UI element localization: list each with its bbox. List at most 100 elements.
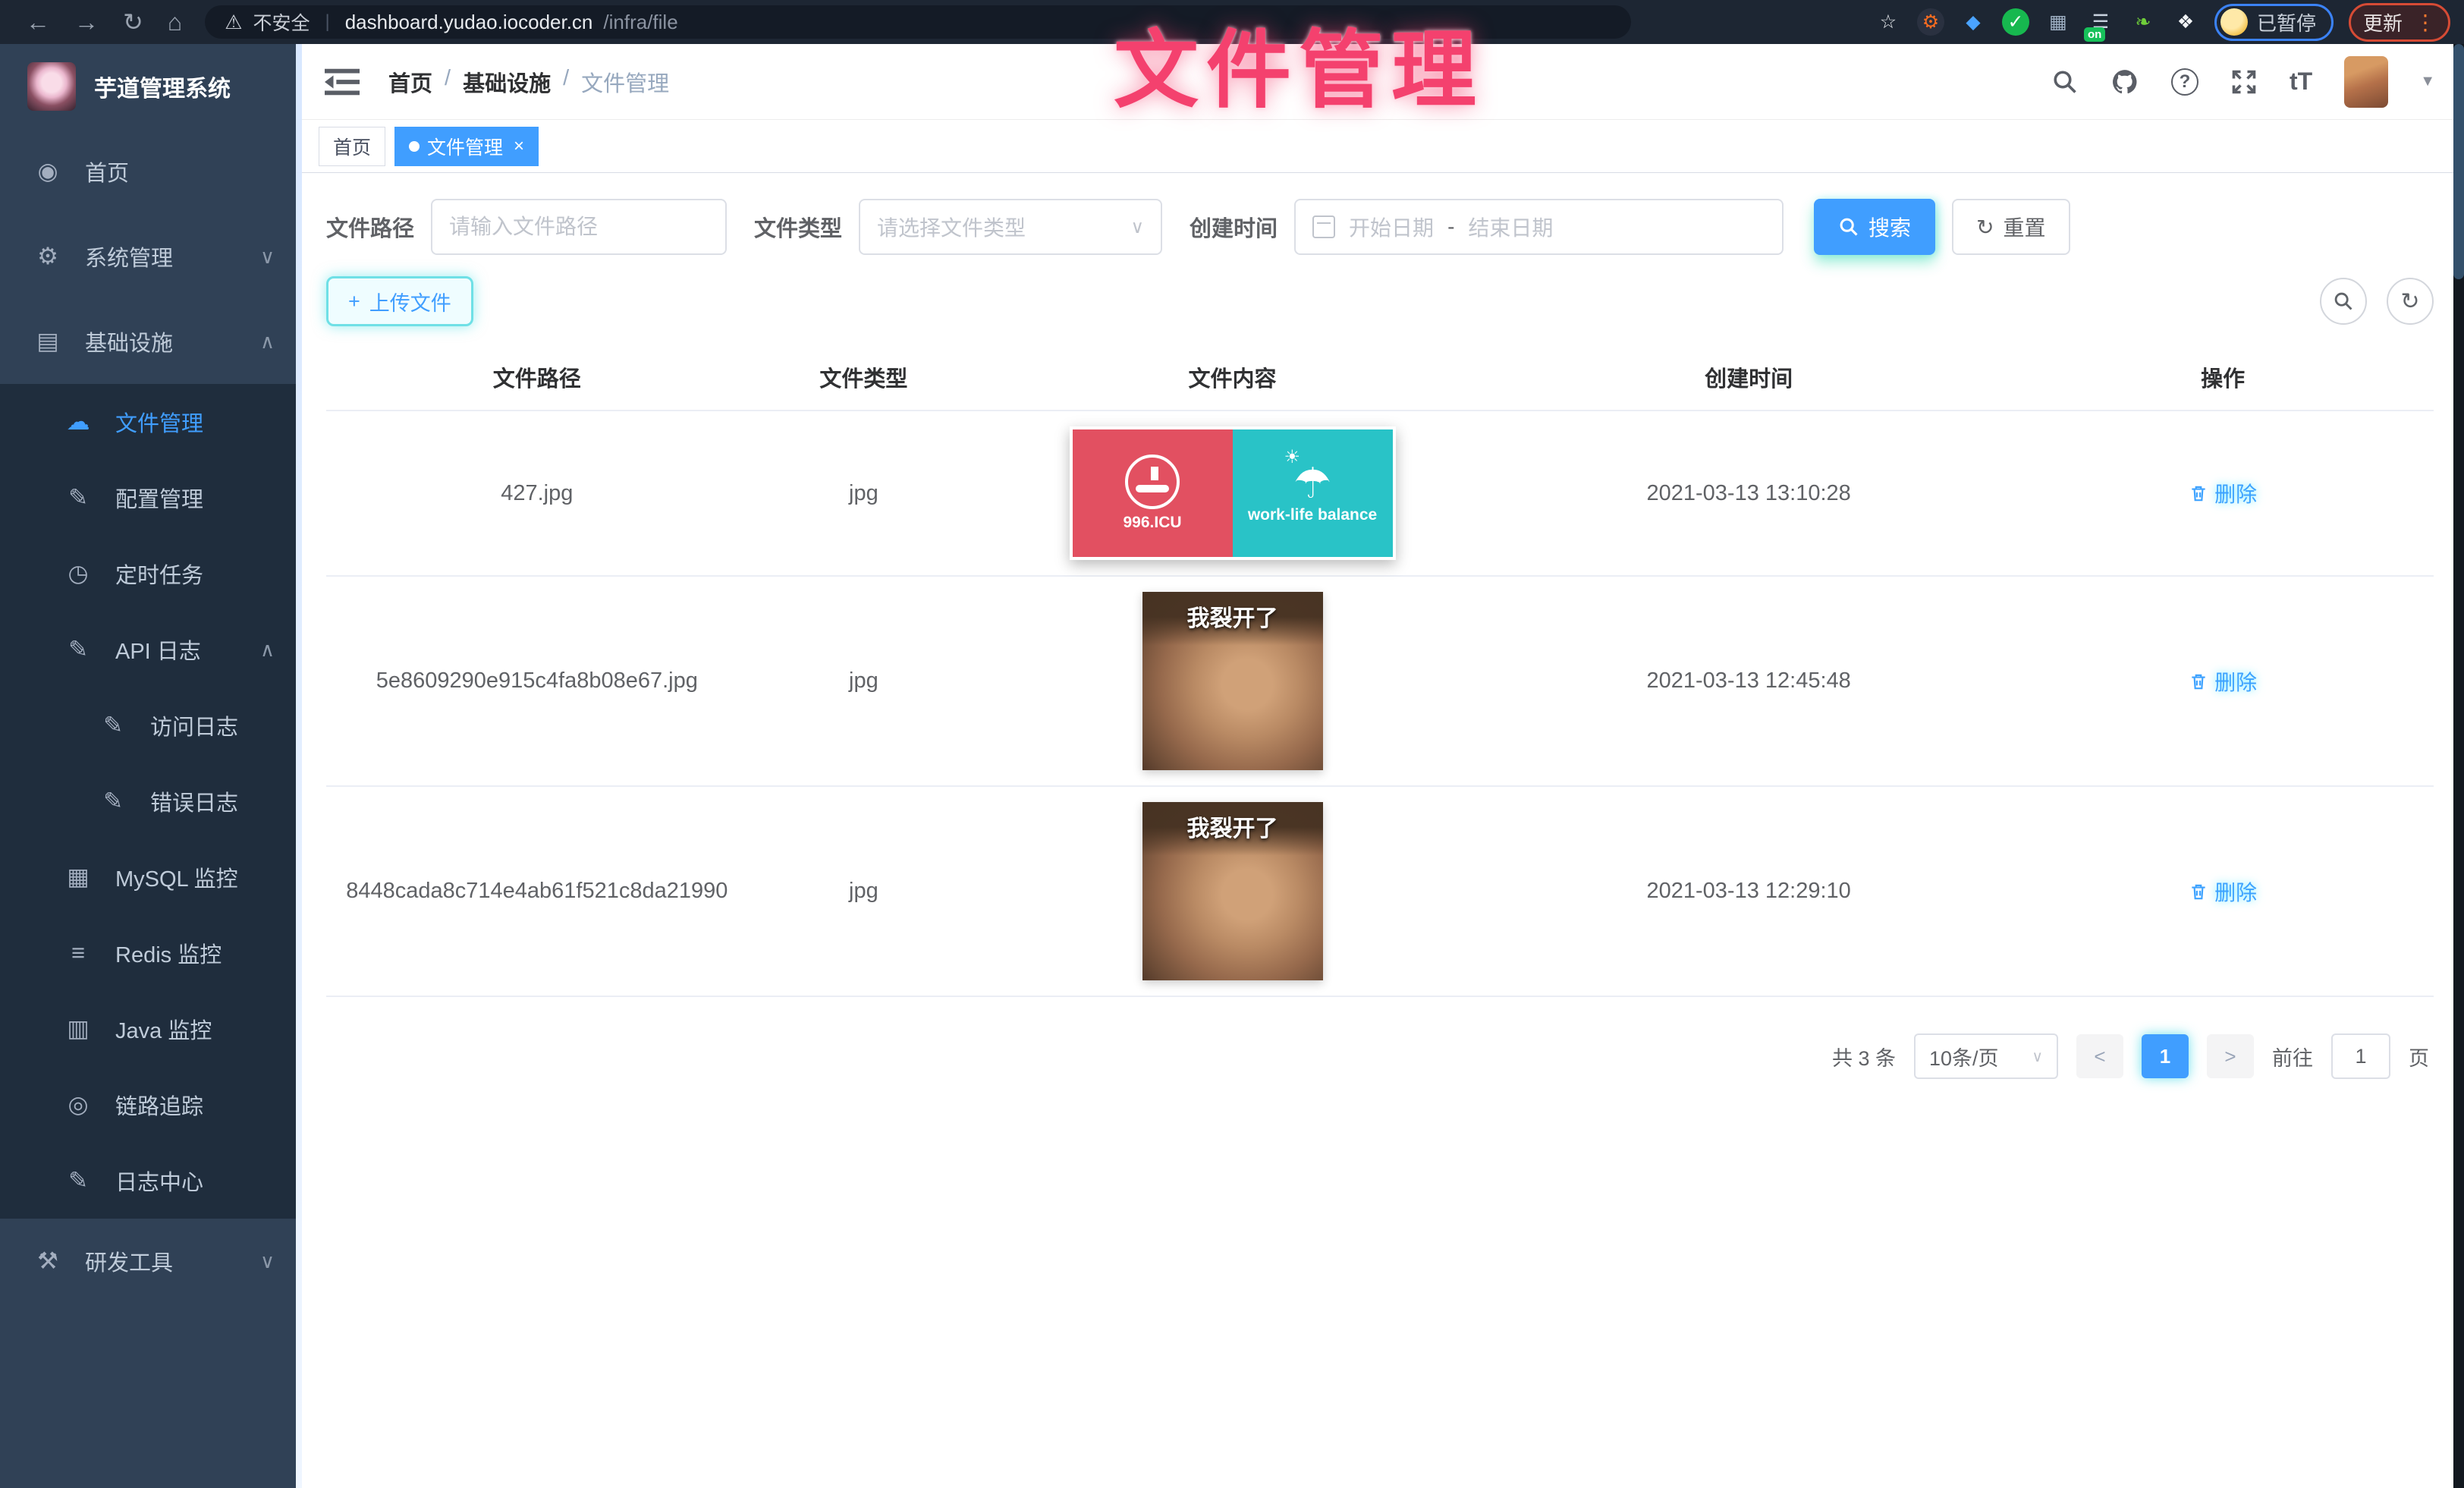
tags-view-bar: 首页 文件管理 × [296,120,2464,173]
cell-content: 我裂开了 [979,802,1485,980]
extension-list-icon[interactable]: ☰ on [2087,8,2114,36]
delete-button[interactable]: 删除 [2189,478,2257,508]
meme-caption: 我裂开了 [1142,810,1323,843]
file-path-input-wrap [431,199,727,255]
database-grid-icon: ▦ [62,864,94,891]
sun-icon: ☀ [1284,446,1301,468]
page-1-button[interactable]: 1 [2142,1034,2189,1078]
banner-left-text: 996.ICU [1124,514,1182,532]
close-icon[interactable]: × [514,136,524,157]
text-size-icon[interactable]: tT [2290,68,2312,96]
extension-grid-icon[interactable]: ▦ [2044,8,2072,36]
tab-file-management[interactable]: 文件管理 × [394,127,539,166]
browser-menu-dots-icon[interactable]: ⋮ [2415,10,2436,35]
goto-label: 前往 [2272,1042,2313,1071]
sidebar-submenu-infra: ☁ 文件管理 ✎ 配置管理 ◷ 定时任务 ✎ API 日志 ∧ ✎ 访问日志 ✎ [0,384,296,1219]
next-page-button[interactable]: > [2207,1034,2254,1078]
breadcrumb-infra[interactable]: 基础设施 [463,66,551,98]
page-size-select[interactable]: 10条/页 ∨ [1914,1033,2058,1079]
browser-reload-icon[interactable]: ↻ [123,8,143,36]
cell-time: 2021-03-13 12:45:48 [1485,668,2013,694]
sidebar-item-label: 链路追踪 [115,1089,203,1121]
cloud-upload-icon: ☁ [62,408,94,436]
column-header-time: 创建时间 [1485,361,2013,393]
plus-icon: + [348,290,360,313]
help-icon[interactable]: ? [2171,68,2198,96]
extension-leaf-icon[interactable]: ❧ [2129,8,2157,36]
sidebar-item-tracing[interactable]: ◎ 链路追踪 [0,1067,296,1143]
avatar-caret-down-icon[interactable]: ▼ [2420,73,2435,90]
sidebar-item-api-log[interactable]: ✎ API 日志 ∧ [0,612,296,687]
chevron-down-icon: ∨ [1130,216,1144,238]
start-date-placeholder: 开始日期 [1349,212,1434,242]
date-range-picker[interactable]: 开始日期 - 结束日期 [1294,199,1784,255]
breadcrumb-home[interactable]: 首页 [388,66,432,98]
cell-path: 8448cada8c714e4ab61f521c8da21990 [326,879,748,904]
delete-label: 删除 [2214,666,2257,697]
extension-check-icon[interactable]: ✓ [2002,8,2029,36]
sidebar-item-label: 首页 [85,156,129,187]
chevron-down-icon: ∨ [260,1250,275,1273]
eye-icon: ◎ [62,1091,94,1118]
extension-gear-icon[interactable]: ⚙ [1917,8,1944,36]
log-icon: ✎ [62,1167,94,1194]
browser-forward-icon[interactable]: → [74,8,99,36]
sidebar-item-access-log[interactable]: ✎ 访问日志 [0,687,296,763]
reset-button[interactable]: ↻ 重置 [1952,199,2070,255]
sidebar-item-mysql-monitor[interactable]: ▦ MySQL 监控 [0,839,296,915]
sidebar-item-redis-monitor[interactable]: ≡ Redis 监控 [0,915,296,991]
sidebar-item-infra[interactable]: ▤ 基础设施 ∧ [0,299,296,384]
sidebar-item-java-monitor[interactable]: ▥ Java 监控 [0,991,296,1067]
sidebar-item-home[interactable]: ◉ 首页 [0,129,296,214]
browser-home-icon[interactable]: ⌂ [168,8,182,36]
delete-button[interactable]: 删除 [2189,666,2257,697]
search-button[interactable]: 搜索 [1814,199,1935,255]
tab-home[interactable]: 首页 [319,127,385,166]
cell-type: jpg [748,668,980,694]
log-icon: ✎ [97,712,129,739]
sidebar-item-log-center[interactable]: ✎ 日志中心 [0,1143,296,1219]
collapse-sidebar-icon[interactable] [325,67,360,97]
browser-update-control[interactable]: 更新 ⋮ [2349,3,2450,42]
bookmark-star-icon[interactable]: ☆ [1875,8,1902,36]
scrollbar-thumb[interactable] [2453,44,2464,279]
sidebar-item-scheduled-jobs[interactable]: ◷ 定时任务 [0,536,296,612]
extension-puzzle-icon[interactable]: ❖ [2172,8,2199,36]
fullscreen-icon[interactable] [2230,68,2258,96]
browser-back-icon[interactable]: ← [26,8,50,36]
extension-pin-icon[interactable]: ◆ [1960,8,1987,36]
log-icon: ✎ [97,788,129,815]
browser-scrollbar[interactable] [2453,44,2464,1488]
user-avatar[interactable] [2344,56,2388,108]
app-logo [27,62,76,111]
address-bar[interactable]: ⚠ 不安全 | dashboard.yudao.iocoder.cn/infra… [205,5,1631,39]
sidebar-item-config[interactable]: ✎ 配置管理 [0,460,296,536]
goto-page-input[interactable] [2331,1033,2390,1079]
update-button[interactable]: 更新 [2363,8,2403,36]
profile-paused-pill[interactable]: 已暂停 [2214,4,2334,41]
sidebar-item-error-log[interactable]: ✎ 错误日志 [0,763,296,839]
cell-content: 我裂开了 [979,592,1485,770]
sidebar-item-label: 文件管理 [115,406,203,438]
column-header-type: 文件类型 [748,361,980,393]
sidebar-item-system[interactable]: ⚙ 系统管理 ∨ [0,214,296,299]
refresh-table-button[interactable]: ↻ [2387,278,2434,325]
header-search-icon[interactable] [2051,68,2079,96]
delete-button[interactable]: 删除 [2189,876,2257,907]
chevron-down-icon: ∨ [2032,1047,2043,1066]
file-type-select[interactable]: 请选择文件类型 ∨ [859,199,1162,255]
sidebar-item-dev-tools[interactable]: ⚒ 研发工具 ∨ [0,1219,296,1304]
github-icon[interactable] [2110,68,2139,96]
calendar-icon [1312,215,1335,238]
prev-page-button[interactable]: < [2076,1034,2123,1078]
file-table: 文件路径 文件类型 文件内容 创建时间 操作 427.jpg jpg 996.I… [326,344,2434,997]
upload-file-button[interactable]: + 上传文件 [326,276,473,326]
toggle-search-button[interactable] [2320,278,2367,325]
active-tab-dot [409,141,420,152]
sidebar-item-label: MySQL 监控 [115,861,238,893]
file-path-input[interactable] [449,215,709,239]
cell-path: 5e8609290e915c4fa8b08e67.jpg [326,668,748,694]
breadcrumb-current: 文件管理 [581,66,669,98]
app-logo-row[interactable]: 芋道管理系统 [0,44,296,129]
sidebar-item-file-management[interactable]: ☁ 文件管理 [0,384,296,460]
